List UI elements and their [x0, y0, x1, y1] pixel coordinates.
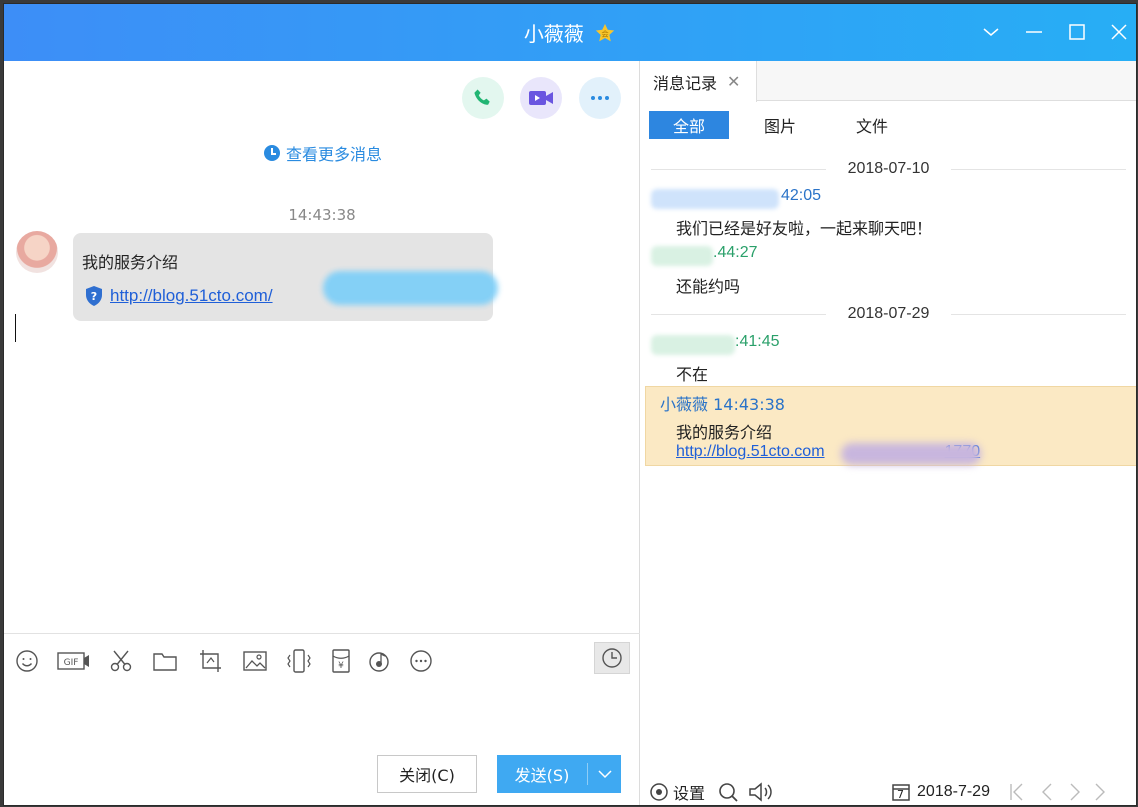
contact-name: 小薇薇 [523, 22, 584, 46]
minimize-icon[interactable] [1022, 20, 1046, 44]
last-page-icon[interactable] [1094, 781, 1106, 803]
scissors-icon[interactable] [108, 648, 134, 674]
send-button-label: 发送(S) [514, 766, 570, 785]
phone-icon [474, 89, 490, 105]
video-icon [529, 91, 553, 105]
star-badge-icon: 会 [596, 23, 615, 42]
input-toolbar: GIF ¥ [4, 633, 640, 688]
svg-text:?: ? [91, 290, 97, 303]
calendar-day: 7 [897, 787, 905, 801]
chat-window: 小薇薇 会 查看更多消息 14:43:38 我的服务介绍 ? http://bl… [3, 3, 1137, 806]
collapse-icon[interactable] [979, 20, 1003, 44]
date-label: 2018-07-10 [847, 160, 930, 177]
view-more-messages-link[interactable]: 查看更多消息 [264, 141, 382, 165]
clock-icon [264, 145, 280, 161]
title-bar[interactable]: 小薇薇 会 [4, 4, 1136, 61]
svg-text:GIF: GIF [64, 658, 79, 668]
image-icon[interactable] [242, 648, 268, 674]
music-icon[interactable] [366, 648, 392, 674]
date-label: 2018-07-29 [847, 305, 930, 322]
close-button-label: 关闭(C) [399, 766, 455, 785]
date-separator: 2018-07-10 [651, 158, 1126, 180]
voice-call-button[interactable] [462, 77, 504, 119]
send-button[interactable]: 发送(S) [497, 755, 621, 793]
security-shield-icon: ? [86, 286, 102, 306]
more-icon[interactable] [408, 648, 434, 674]
ellipsis-icon [591, 96, 609, 100]
settings-label: 设置 [673, 784, 706, 803]
record-time: :41:45 [735, 333, 780, 350]
previous-page-icon[interactable] [1040, 781, 1054, 803]
history-tab-bar: 消息记录 ✕ [641, 61, 1136, 102]
folder-icon[interactable] [152, 648, 178, 674]
shake-icon[interactable] [286, 648, 312, 674]
record-text: 我们已经是好友啦，一起来聊天吧！ [676, 219, 933, 238]
redacted-blur [651, 189, 779, 209]
filter-images[interactable]: 图片 [745, 111, 815, 139]
current-date[interactable]: 2018-7-29 [917, 783, 990, 801]
close-button[interactable]: 关闭(C) [377, 755, 477, 793]
chat-pane: 查看更多消息 14:43:38 我的服务介绍 ? http://blog.51c… [4, 61, 640, 805]
tab-message-history-label: 消息记录 [653, 73, 718, 93]
svg-text:会: 会 [602, 30, 610, 39]
message-history-button[interactable] [594, 642, 630, 674]
record-text: 不在 [676, 365, 709, 384]
message-bubble[interactable]: 我的服务介绍 ? http://blog.51cto.com/ [73, 233, 498, 321]
close-window-icon[interactable] [1107, 20, 1131, 44]
more-actions-button[interactable] [579, 77, 621, 119]
next-page-icon[interactable] [1068, 781, 1082, 803]
emoji-icon[interactable] [14, 648, 40, 674]
video-call-button[interactable] [520, 77, 562, 119]
record-text: 我的服务介绍 [676, 423, 773, 442]
svg-text:¥: ¥ [338, 661, 344, 671]
view-more-messages-label: 查看更多消息 [286, 145, 383, 164]
record-link-start: http://blog.51cto.com [676, 443, 825, 460]
record-text: 还能约吗 [676, 277, 741, 296]
gif-icon[interactable]: GIF [56, 648, 92, 674]
maximize-icon[interactable] [1065, 20, 1089, 44]
history-footer: 设置 7 2018-7-29 [641, 777, 1136, 805]
close-tab-icon[interactable]: ✕ [727, 72, 740, 91]
message-timestamp: 14:43:38 [288, 206, 356, 224]
date-separator: 2018-07-29 [651, 303, 1126, 325]
record-sender-time: 小薇薇 14:43:38 [660, 395, 785, 414]
speaker-icon[interactable] [747, 781, 777, 803]
tab-message-history[interactable]: 消息记录 ✕ [641, 61, 757, 102]
window-title: 小薇薇 会 [4, 18, 1136, 47]
history-pane: 消息记录 ✕ 全部 图片 文件 2018-07-10 42:05 我们已经是好友… [641, 61, 1136, 805]
record-time: 42:05 [781, 187, 822, 204]
redacted-blur [841, 443, 981, 465]
message-text: 我的服务介绍 [82, 253, 179, 272]
settings-button[interactable]: 设置 [649, 780, 705, 804]
search-icon[interactable] [717, 781, 739, 803]
message-link[interactable]: http://blog.51cto.com/ [110, 286, 273, 306]
gear-icon [650, 783, 668, 801]
first-page-icon[interactable] [1008, 781, 1026, 803]
record-time: .44:27 [713, 244, 758, 261]
text-cursor [15, 314, 16, 342]
screenshot-icon[interactable] [198, 648, 224, 674]
redacted-blur [651, 246, 713, 266]
filter-all[interactable]: 全部 [649, 111, 729, 139]
filter-files[interactable]: 文件 [837, 111, 907, 139]
redacted-blur [323, 271, 498, 305]
clock-history-icon [602, 648, 622, 668]
highlighted-record[interactable]: 小薇薇 14:43:38 我的服务介绍 http://blog.51cto.co… [645, 386, 1136, 466]
message-link-row: ? http://blog.51cto.com/ [84, 285, 273, 307]
red-packet-icon[interactable]: ¥ [328, 648, 354, 674]
redacted-blur [651, 335, 735, 355]
avatar[interactable] [16, 231, 58, 273]
send-options-chevron-icon[interactable] [588, 769, 621, 779]
